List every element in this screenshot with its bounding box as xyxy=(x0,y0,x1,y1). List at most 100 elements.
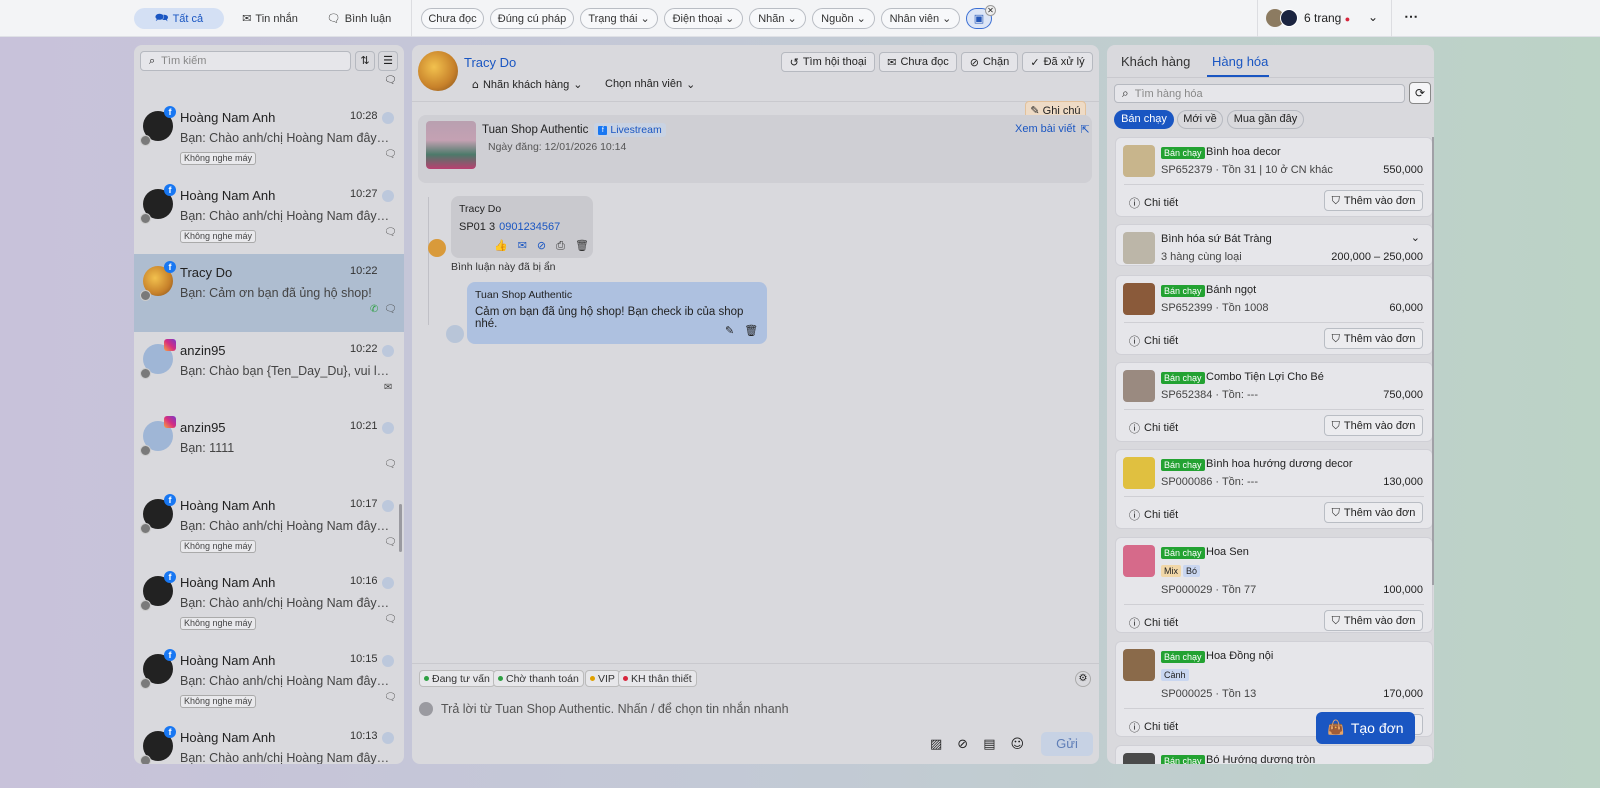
search-input[interactable]: ⌕ Tìm kiếm xyxy=(140,51,351,71)
status-tag[interactable]: VIP xyxy=(585,670,620,687)
conversation-item[interactable]: f Hoàng Nam Anh 10:16 Bạn: Chào anh/chị Hoà… xyxy=(134,564,404,642)
filter-label[interactable]: Nhãn ⌄ xyxy=(749,8,806,29)
scrollbar[interactable] xyxy=(1432,137,1434,585)
filter-phone[interactable]: Điện thoại ⌄ xyxy=(664,8,743,29)
customer-label-dropdown[interactable]: ⌂ Nhãn khách hàng ⌄ xyxy=(472,78,582,91)
detail-button[interactable]: ⓘ Chi tiết xyxy=(1129,195,1178,211)
product-sku: 3 hàng cùng loại xyxy=(1161,251,1242,263)
tab-messages[interactable]: ✉ Tin nhắn xyxy=(232,8,308,29)
chevron-down-icon[interactable]: ⌄ xyxy=(1411,231,1420,244)
filter-source[interactable]: Nguồn ⌄ xyxy=(812,8,875,29)
message-icon[interactable]: ✉ xyxy=(518,239,527,253)
instagram-icon xyxy=(164,338,176,351)
conversation-item[interactable]: f Hoàng Nam Anh 10:28 Bạn: Chào anh/chị Hoà… xyxy=(134,99,404,177)
conversation-item[interactable]: f Hoàng Nam Anh 10:13 Bạn: Chào anh/chị Hoà… xyxy=(134,719,404,764)
conversation-item[interactable]: anzin95 10:22 Bạn: Chào bạn {Ten_Day_Du}, … xyxy=(134,332,404,410)
filter-recent[interactable]: Mua gần đây xyxy=(1227,110,1304,129)
quick-reply-icon[interactable]: ▤ xyxy=(983,737,995,752)
assignee-avatar xyxy=(382,112,394,124)
settings-icon[interactable]: ⚙ xyxy=(1075,671,1091,687)
trash-icon[interactable]: 🗑 xyxy=(744,324,758,337)
divider xyxy=(1124,496,1424,497)
check-icon: ✓ xyxy=(1030,55,1040,69)
reply-input[interactable]: Trả lời từ Tuan Shop Authentic. Nhấn / đ… xyxy=(441,702,789,716)
filter-best-seller[interactable]: Bán chạy xyxy=(1114,110,1174,129)
block-button[interactable]: ⊘ Chặn xyxy=(961,52,1018,72)
tab-customer[interactable]: Khách hàng xyxy=(1121,54,1190,69)
tab-all[interactable]: 🗪 Tất cả xyxy=(134,8,224,29)
status-tag[interactable]: KH thân thiết xyxy=(618,670,697,687)
view-post-link[interactable]: Xem bài viết ⇱ xyxy=(1015,123,1090,136)
product-card[interactable]: Bán chạy Combo Tiện Lợi Cho Bé SP652384 · … xyxy=(1115,362,1433,442)
product-card[interactable]: Bán chạy Bình hoa hướng dương decor SP0000… xyxy=(1115,449,1433,529)
filter-staff[interactable]: Nhân viên ⌄ xyxy=(881,8,960,29)
conversation-item[interactable]: f Hoàng Nam Anh 10:27 Bạn: Chào anh/chị Hoà… xyxy=(134,177,404,255)
detail-button[interactable]: ⓘ Chi tiết xyxy=(1129,615,1178,631)
emoji-icon[interactable]: ☺ xyxy=(1011,737,1025,752)
add-to-order-button[interactable]: ⛉Thêm vào đơn xyxy=(1324,502,1423,523)
product-card[interactable]: Bán chạy Bình hoa decor SP652379 · Tồn 31 … xyxy=(1115,137,1433,217)
attachment-icon[interactable]: ⊘ xyxy=(957,737,968,752)
divider xyxy=(411,0,412,37)
product-sku: SP652379 · Tồn 31 | 10 ở CN khác xyxy=(1161,164,1333,176)
conversation-time: 10:17 xyxy=(350,497,378,510)
conversation-preview: Bạn: Chào anh/chị Hoàng Nam đây là... xyxy=(180,208,392,223)
assignee-avatar xyxy=(382,499,394,512)
product-name: Hoa Sen xyxy=(1206,546,1249,558)
print-icon[interactable]: ⎙ xyxy=(556,239,565,253)
send-button[interactable]: Gửi xyxy=(1041,732,1093,756)
mark-unread-button[interactable]: ✉ Chưa đọc xyxy=(879,52,957,72)
filter-list-icon[interactable]: ☰ xyxy=(378,51,398,71)
detail-button[interactable]: ⓘ Chi tiết xyxy=(1129,420,1178,436)
more-icon[interactable]: ⋯ xyxy=(1404,8,1418,25)
filter-syntax[interactable]: Đúng cú pháp xyxy=(490,8,574,29)
status-dot-icon xyxy=(424,676,429,681)
chevron-down-icon[interactable]: ⌄ xyxy=(1368,10,1378,24)
product-image xyxy=(1123,457,1155,489)
sort-icon[interactable]: ⇅ xyxy=(355,51,375,71)
conversation-time: 10:27 xyxy=(350,187,378,200)
image-icon[interactable]: ▨ xyxy=(930,737,942,752)
conversation-item[interactable]: anzin95 10:21 Bạn: 1111 🗨 xyxy=(134,409,404,487)
like-icon[interactable]: 👍 xyxy=(494,239,508,253)
conversation-tag: Không nghe máy xyxy=(180,617,257,630)
edit-icon[interactable]: ✎ xyxy=(725,324,734,337)
detail-button[interactable]: ⓘ Chi tiết xyxy=(1129,719,1178,735)
comment-phone-link[interactable]: 0901234567 xyxy=(499,221,560,233)
done-button[interactable]: ✓ Đã xử lý xyxy=(1022,52,1093,72)
filter-new-arrivals[interactable]: Mới về xyxy=(1177,110,1223,129)
status-tag[interactable]: Chờ thanh toán xyxy=(493,670,584,687)
phone-icon: ✆ xyxy=(370,304,379,315)
product-card[interactable]: Bán chạy Hoa Sen Mix Bó SP000029 · Tồn 77 100… xyxy=(1115,537,1433,633)
search-conversation-button[interactable]: ↺ Tìm hội thoại xyxy=(781,52,875,72)
filter-unread[interactable]: Chưa đọc xyxy=(421,8,484,29)
pages-count[interactable]: 6 trang ● xyxy=(1304,11,1350,25)
add-to-order-button[interactable]: ⛉Thêm vào đơn xyxy=(1324,610,1423,631)
trash-icon[interactable]: 🗑 xyxy=(575,239,589,253)
clear-date-icon[interactable]: ✕ xyxy=(985,5,996,16)
best-seller-badge: Bán chạy xyxy=(1161,285,1205,297)
scrollbar[interactable] xyxy=(399,504,402,552)
add-to-order-button[interactable]: ⛉Thêm vào đơn xyxy=(1324,328,1423,349)
hidden-comment-note: Bình luận này đã bị ẩn xyxy=(451,261,556,273)
detail-button[interactable]: ⓘ Chi tiết xyxy=(1129,507,1178,523)
conversation-item[interactable]: f Tracy Do 10:22 Bạn: Cảm ơn bạn đã ủng hộ … xyxy=(134,254,404,332)
product-card[interactable]: Bình hóa sứ Bát Tràng 3 hàng cùng loại 200… xyxy=(1115,224,1433,266)
status-tag[interactable]: Đang tư vấn xyxy=(419,670,495,687)
product-search-input[interactable]: ⌕ Tìm hàng hóa xyxy=(1114,84,1405,103)
contact-name[interactable]: Tracy Do xyxy=(464,55,516,70)
filter-status[interactable]: Trạng thái ⌄ xyxy=(580,8,658,29)
refresh-icon[interactable]: ⟳ xyxy=(1409,82,1431,104)
product-card[interactable]: Bán chạy Bó Hướng dương tròn xyxy=(1115,745,1433,764)
assign-staff-dropdown[interactable]: Chọn nhân viên ⌄ xyxy=(605,78,695,91)
create-order-button[interactable]: 👜 Tạo đơn xyxy=(1316,712,1415,744)
tab-comments[interactable]: 🗨 Bình luận xyxy=(318,8,400,29)
hide-icon[interactable]: ⊘ xyxy=(537,239,546,253)
tab-products[interactable]: Hàng hóa xyxy=(1212,54,1268,69)
add-to-order-button[interactable]: ⛉Thêm vào đơn xyxy=(1324,190,1423,211)
detail-button[interactable]: ⓘ Chi tiết xyxy=(1129,333,1178,349)
conversation-item[interactable]: f Hoàng Nam Anh 10:15 Bạn: Chào anh/chị Hoà… xyxy=(134,642,404,720)
conversation-item[interactable]: f Hoàng Nam Anh 10:17 Bạn: Chào anh/chị Hoà… xyxy=(134,487,404,565)
product-card[interactable]: Bán chạy Bánh ngọt SP652399 · Tồn 1008 60,0… xyxy=(1115,275,1433,355)
add-to-order-button[interactable]: ⛉Thêm vào đơn xyxy=(1324,415,1423,436)
